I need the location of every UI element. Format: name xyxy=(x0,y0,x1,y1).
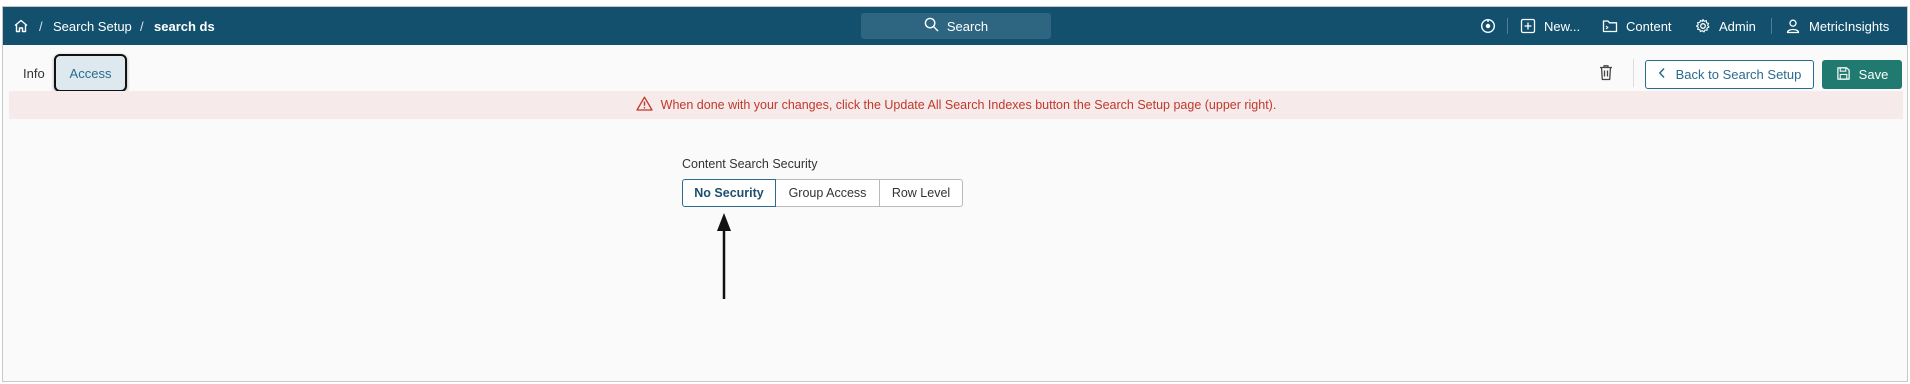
new-label: New... xyxy=(1544,18,1581,34)
no-security-option[interactable]: No Security xyxy=(682,179,776,207)
content-label: Content xyxy=(1626,18,1672,34)
search-icon xyxy=(924,17,939,35)
up-arrow-annotation-icon xyxy=(713,211,735,306)
new-menu[interactable]: New... xyxy=(1520,7,1580,45)
gear-icon xyxy=(1695,18,1711,34)
toolbar-divider xyxy=(1633,59,1634,87)
global-search-button[interactable]: Search xyxy=(861,13,1051,39)
row-level-option[interactable]: Row Level xyxy=(879,179,963,207)
content-search-security-label: Content Search Security xyxy=(682,157,818,171)
home-icon[interactable] xyxy=(13,7,29,45)
breadcrumb-search-setup[interactable]: Search Setup xyxy=(53,7,132,45)
nav-divider xyxy=(1507,18,1508,34)
breadcrumb-separator: / xyxy=(140,18,144,34)
search-label: Search xyxy=(946,18,989,34)
save-button[interactable]: Save xyxy=(1822,60,1902,89)
breadcrumb-current: search ds xyxy=(154,18,215,34)
warning-text: When done with your changes, click the U… xyxy=(660,98,1277,112)
group-access-option[interactable]: Group Access xyxy=(775,179,880,207)
security-segmented-control: No Security Group Access Row Level xyxy=(682,179,963,207)
admin-menu[interactable]: Admin xyxy=(1695,7,1756,45)
back-button-label: Back to Search Setup xyxy=(1675,67,1802,82)
plus-square-icon xyxy=(1520,18,1536,34)
spinner-icon[interactable] xyxy=(1480,7,1496,45)
tab-access[interactable]: Access xyxy=(54,54,127,92)
nav-divider xyxy=(1771,18,1772,34)
content-menu[interactable]: Content xyxy=(1602,7,1672,45)
user-icon xyxy=(1785,18,1801,34)
admin-label: Admin xyxy=(1719,18,1756,34)
tab-info[interactable]: Info xyxy=(23,54,45,92)
trash-icon[interactable] xyxy=(1598,64,1614,86)
user-label: MetricInsights xyxy=(1809,18,1890,34)
back-to-search-setup-button[interactable]: Back to Search Setup xyxy=(1645,60,1814,89)
top-nav-bar: / Search Setup / search ds Search New...… xyxy=(3,7,1907,45)
folder-icon xyxy=(1602,18,1618,34)
warning-triangle-icon xyxy=(636,96,653,114)
floppy-disk-icon xyxy=(1836,66,1851,84)
save-button-label: Save xyxy=(1858,67,1889,82)
warning-banner: When done with your changes, click the U… xyxy=(9,91,1903,119)
user-menu[interactable]: MetricInsights xyxy=(1785,7,1889,45)
app-window: / Search Setup / search ds Search New...… xyxy=(2,6,1908,382)
chevron-left-icon xyxy=(1658,67,1666,82)
breadcrumb-separator: / xyxy=(39,18,43,34)
